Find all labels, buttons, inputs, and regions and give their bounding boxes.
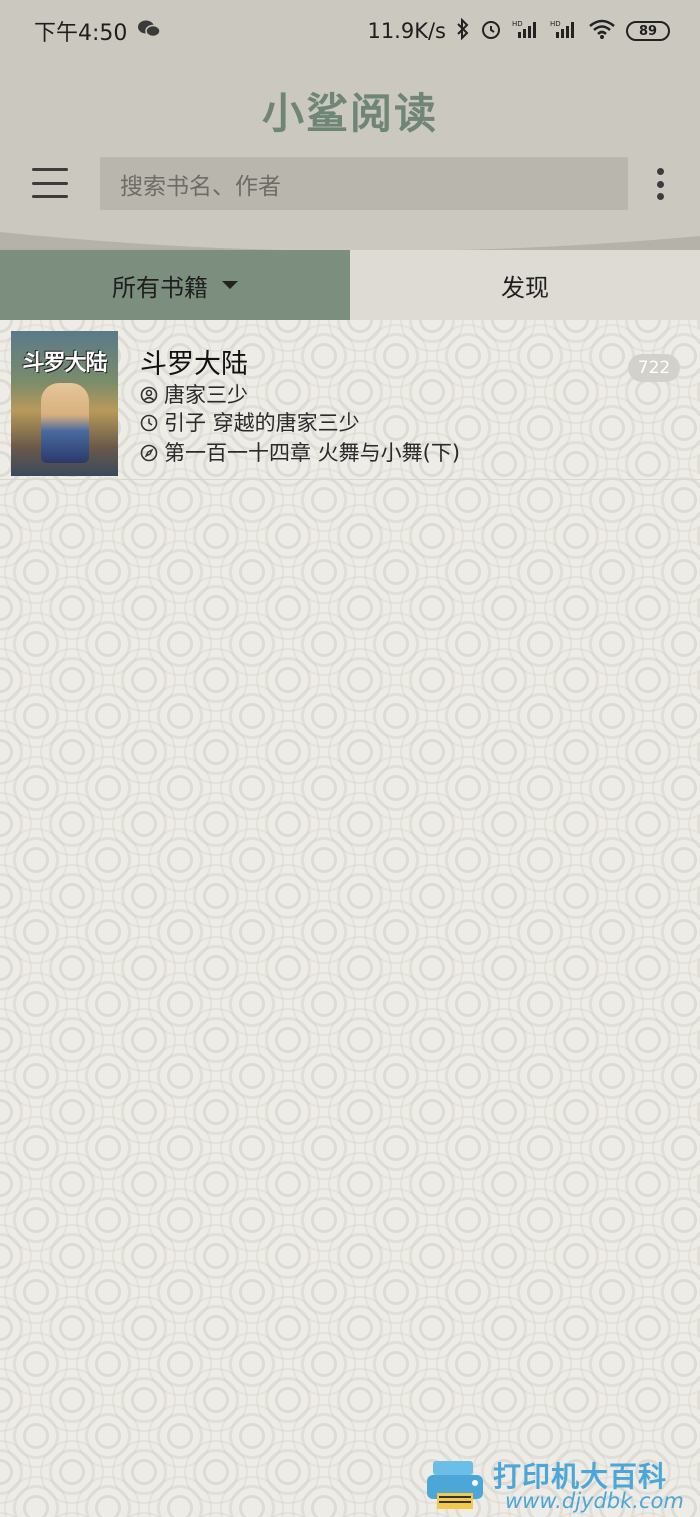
signal-hd-icon-2: HD	[550, 18, 578, 45]
book-last-read: 引子 穿越的唐家三少	[164, 411, 360, 435]
battery-icon: 89	[626, 21, 670, 41]
book-author: 唐家三少	[164, 383, 248, 407]
author-icon	[140, 385, 158, 404]
svg-text:HD: HD	[550, 20, 561, 28]
watermark: 打印机大百科 www.djydbk.com	[425, 1455, 700, 1517]
unread-count-badge: 722	[628, 354, 680, 382]
tab-all-books-label: 所有书籍	[112, 273, 208, 302]
signal-hd-icon: HD	[512, 18, 540, 45]
wechat-icon	[137, 19, 162, 44]
cover-title: 斗罗大陆	[22, 351, 107, 376]
book-latest-chapter-row: 第一百一十四章 火舞与小舞(下)	[140, 437, 460, 467]
wifi-icon	[588, 18, 616, 45]
book-cover: 斗罗大陆	[11, 331, 118, 476]
status-time: 下午4:50	[34, 21, 128, 46]
search-input[interactable]: 搜索书名、作者	[100, 157, 628, 210]
status-bar: 下午4:50 11.9K/s HD HD 89	[0, 0, 700, 62]
menu-icon[interactable]	[32, 168, 68, 198]
book-title: 斗罗大陆	[140, 349, 248, 380]
tab-discover[interactable]: 发现	[350, 250, 700, 320]
svg-text:HD: HD	[512, 20, 523, 28]
app-title: 小鲨阅读	[261, 89, 438, 138]
tab-discover-label: 发现	[501, 273, 549, 302]
search-placeholder: 搜索书名、作者	[120, 173, 281, 200]
tab-bar: 所有书籍 发现	[0, 250, 700, 320]
app-header: 下午4:50 11.9K/s HD HD 89 小鲨阅读 搜索书名、作者	[0, 0, 700, 250]
caret-down-icon	[222, 281, 238, 289]
book-author-row: 唐家三少	[140, 379, 248, 409]
printer-logo-icon	[427, 1461, 483, 1509]
swirl-pattern-background	[0, 320, 700, 1517]
book-list-item[interactable]: 斗罗大陆 斗罗大陆 唐家三少 引子 穿越的唐家三少 第一百一十四章 火舞与小舞(…	[0, 322, 700, 480]
book-last-read-row: 引子 穿越的唐家三少	[140, 407, 360, 437]
cover-figure	[41, 383, 89, 463]
clock-icon	[140, 413, 158, 432]
watermark-url: www.djydbk.com	[505, 1489, 684, 1513]
more-options-icon[interactable]	[652, 168, 668, 200]
network-speed: 11.9K/s	[367, 19, 446, 43]
book-latest-chapter: 第一百一十四章 火舞与小舞(下)	[164, 441, 461, 465]
alarm-icon	[480, 18, 502, 45]
tab-all-books[interactable]: 所有书籍	[0, 250, 350, 320]
compass-icon	[140, 443, 158, 462]
bluetooth-icon	[456, 17, 470, 45]
